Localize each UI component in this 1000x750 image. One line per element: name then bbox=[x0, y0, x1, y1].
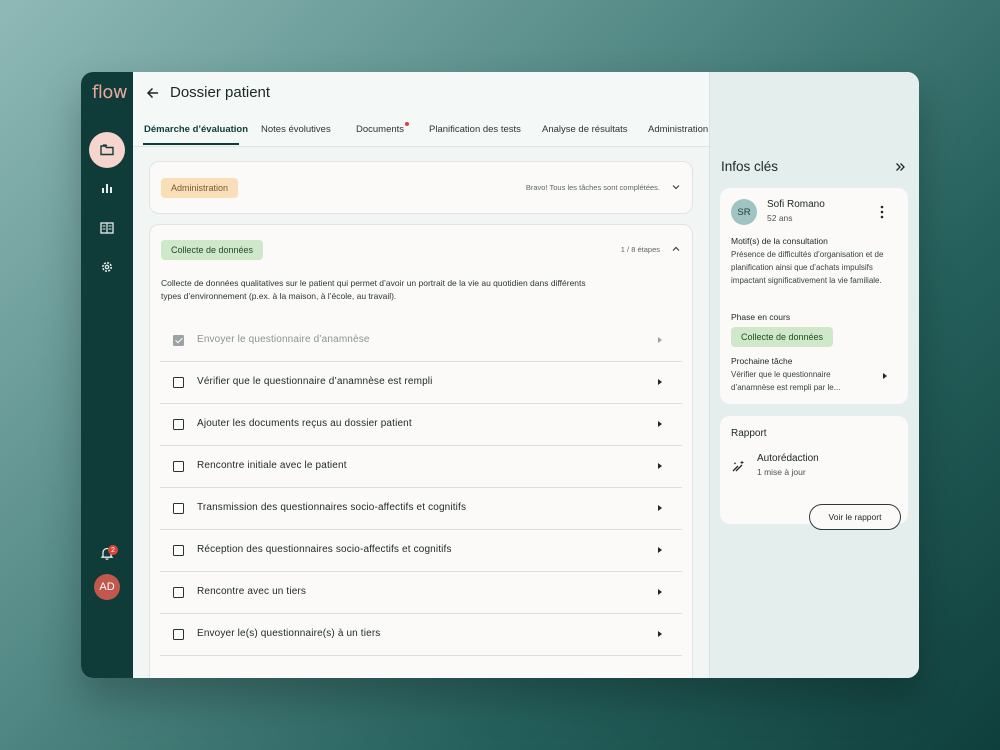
caret-right-icon[interactable] bbox=[658, 379, 662, 385]
task-checkbox[interactable] bbox=[173, 503, 184, 514]
tab-documents[interactable]: Documents bbox=[356, 124, 404, 135]
patient-card: SR Sofi Romano 52 ans Motif(s) de la con… bbox=[720, 188, 908, 404]
nav-organisation-button[interactable] bbox=[89, 210, 125, 246]
task-row[interactable]: Ajouter les documents reçus au dossier p… bbox=[160, 404, 682, 446]
patient-age: 52 ans bbox=[767, 213, 793, 223]
task-row[interactable]: Rencontre initiale avec le patient bbox=[160, 446, 682, 488]
admin-step-card[interactable]: Administration Bravo! Tous les tâches so… bbox=[149, 161, 693, 214]
main-content: Administration Bravo! Tous les tâches so… bbox=[133, 147, 709, 678]
task-checkbox[interactable] bbox=[173, 545, 184, 556]
admin-pill: Administration bbox=[161, 178, 239, 198]
nav-rail: flow 2 AD bbox=[81, 72, 133, 678]
auto-write-icon bbox=[732, 460, 744, 472]
bar-chart-icon bbox=[102, 184, 112, 193]
documents-notification-dot bbox=[405, 122, 409, 126]
collect-description: Collecte de données qualitatives sur le … bbox=[161, 278, 586, 301]
phase-pill: Collecte de données bbox=[731, 327, 834, 347]
tab-administration[interactable]: Administration bbox=[648, 124, 708, 135]
collect-step-card: Collecte de données 1 / 8 étapes Collect… bbox=[149, 224, 693, 678]
report-updates: 1 mise à jour bbox=[757, 467, 806, 477]
reason-label: Motif(s) de la consultation bbox=[731, 236, 828, 246]
task-label: Transmission des questionnaires socio-af… bbox=[197, 502, 467, 513]
task-checkbox[interactable] bbox=[173, 419, 184, 430]
task-row[interactable]: Vérifier que le questionnaire d’anamnèse… bbox=[160, 362, 682, 404]
collect-progress: 1 / 8 étapes bbox=[620, 245, 660, 254]
caret-right-icon[interactable] bbox=[658, 505, 662, 511]
caret-right-icon[interactable] bbox=[658, 337, 662, 343]
gear-icon bbox=[102, 262, 112, 272]
caret-right-icon[interactable] bbox=[658, 631, 662, 637]
task-label: Envoyer le(s) questionnaire(s) à un tier… bbox=[197, 628, 381, 639]
building-icon bbox=[100, 222, 114, 234]
task-checkbox[interactable] bbox=[173, 377, 184, 388]
task-row[interactable]: Transmission des questionnaires socio-af… bbox=[160, 488, 682, 530]
active-tab-indicator bbox=[143, 143, 239, 145]
phase-label: Phase en cours bbox=[731, 312, 791, 322]
nav-stats-button[interactable] bbox=[89, 170, 125, 206]
task-checkbox[interactable] bbox=[173, 335, 184, 346]
nav-settings-button[interactable] bbox=[89, 249, 125, 285]
report-title: Rapport bbox=[731, 428, 767, 439]
report-card: Rapport Autorédaction 1 mise à jour Voir… bbox=[720, 416, 908, 530]
chevron-up-icon[interactable] bbox=[671, 244, 681, 254]
caret-right-icon[interactable] bbox=[658, 421, 662, 427]
patient-avatar: SR bbox=[731, 199, 757, 225]
task-checkbox[interactable] bbox=[173, 587, 184, 598]
next-task-text[interactable]: Vérifier que le questionnaire d’anamnèse… bbox=[731, 368, 876, 394]
back-arrow-icon[interactable] bbox=[145, 85, 161, 101]
double-chevron-right-icon[interactable] bbox=[894, 161, 906, 173]
reason-text: Présence de difficultés d’organisation e… bbox=[731, 250, 884, 285]
task-row[interactable]: Envoyer le(s) questionnaire(s) à un tier… bbox=[160, 614, 682, 656]
task-label: Rencontre initiale avec le patient bbox=[197, 460, 347, 471]
caret-right-icon[interactable] bbox=[658, 589, 662, 595]
task-label: Réception des questionnaires socio-affec… bbox=[197, 544, 452, 555]
chevron-down-icon[interactable] bbox=[671, 182, 681, 192]
tab-notes[interactable]: Notes évolutives bbox=[261, 124, 331, 135]
task-label: Vérifier que le questionnaire d’anamnèse… bbox=[197, 376, 433, 387]
next-task-label: Prochaine tâche bbox=[731, 356, 793, 366]
user-avatar[interactable]: AD bbox=[94, 574, 120, 600]
key-info-panel: Infos clés SR Sofi Romano 52 ans Motif(s… bbox=[709, 72, 919, 678]
task-row[interactable]: Réception des questionnaires socio-affec… bbox=[160, 530, 682, 572]
task-checkbox[interactable] bbox=[173, 461, 184, 472]
task-label: Rencontre avec un tiers bbox=[197, 586, 307, 597]
view-report-button[interactable]: Voir le rapport bbox=[809, 504, 901, 530]
report-type: Autorédaction bbox=[757, 453, 819, 464]
tab-analyse[interactable]: Analyse de résultats bbox=[542, 124, 628, 135]
nav-notifications-button[interactable] bbox=[89, 535, 125, 571]
app-logo: flow bbox=[92, 82, 128, 103]
collect-pill: Collecte de données bbox=[161, 240, 264, 260]
patient-name: Sofi Romano bbox=[767, 199, 825, 210]
task-row[interactable]: Rencontre avec un tiers bbox=[160, 572, 682, 614]
nav-folder-button[interactable] bbox=[89, 132, 125, 168]
caret-right-icon[interactable] bbox=[658, 463, 662, 469]
tab-planification[interactable]: Planification des tests bbox=[429, 124, 521, 135]
tab-bar: Démarche d’évaluation Notes évolutives D… bbox=[133, 116, 709, 146]
page-title: Dossier patient bbox=[170, 84, 271, 101]
task-row[interactable]: Envoyer le questionnaire d’anamnèse bbox=[160, 320, 682, 362]
app-window: flow 2 AD Dossier patient Démarche d’éva… bbox=[81, 72, 919, 678]
admin-status: Bravo! Tous les tâches sont complétées. bbox=[525, 183, 660, 192]
page-header: Dossier patient Démarche d’évaluation No… bbox=[133, 72, 709, 146]
tab-evaluation[interactable]: Démarche d’évaluation bbox=[144, 124, 248, 135]
task-label: Ajouter les documents reçus au dossier p… bbox=[197, 418, 412, 429]
more-options-icon[interactable] bbox=[880, 205, 884, 219]
caret-right-icon[interactable] bbox=[883, 373, 887, 379]
folder-icon bbox=[100, 144, 114, 156]
panel-title: Infos clés bbox=[721, 159, 779, 174]
task-label: Envoyer le questionnaire d’anamnèse bbox=[197, 334, 370, 345]
notification-badge: 2 bbox=[108, 545, 118, 555]
caret-right-icon[interactable] bbox=[658, 547, 662, 553]
task-checkbox[interactable] bbox=[173, 629, 184, 640]
